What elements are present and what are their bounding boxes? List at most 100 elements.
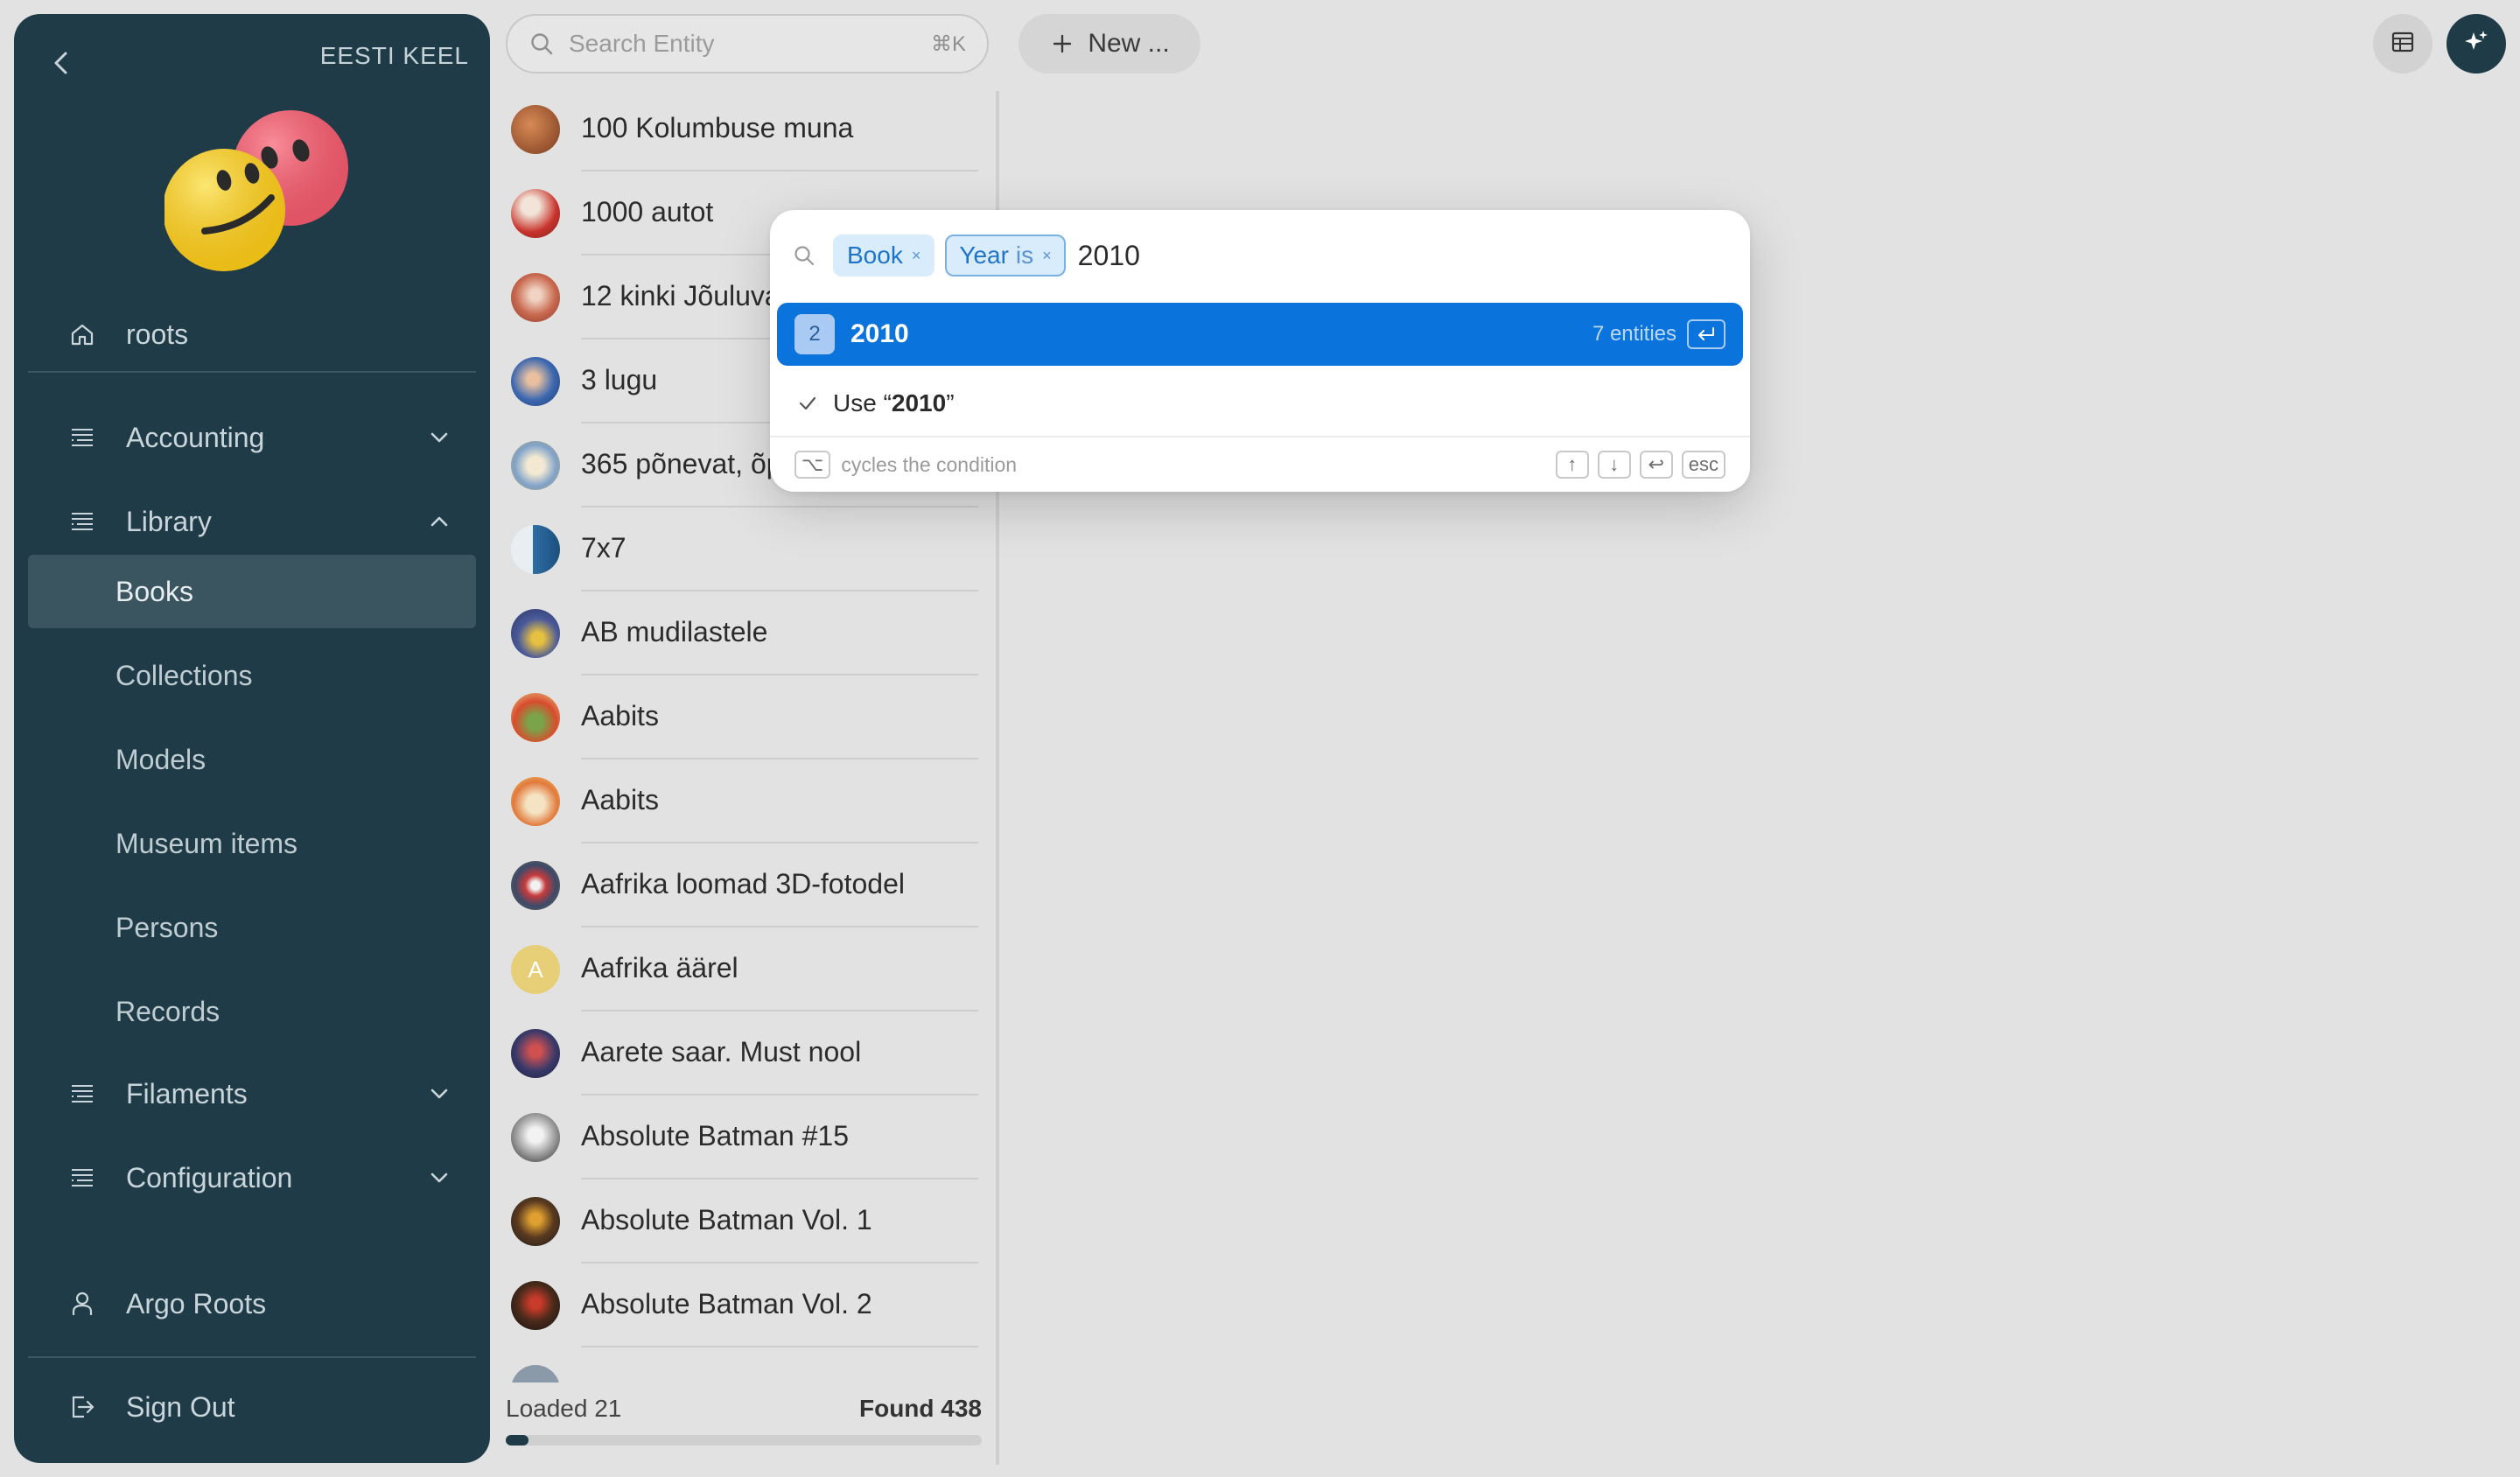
avatar [511, 1365, 560, 1382]
sidebar-divider [28, 1356, 476, 1358]
arrow-up-key-icon: ↑ [1555, 451, 1589, 479]
list-item[interactable]: Absolute Batman Vol. 1 [506, 1180, 978, 1264]
list-item-title: Absolute Batman Vol. 2 [581, 1288, 872, 1320]
sidebar-section-library[interactable]: Library [28, 485, 476, 558]
sidebar-section-filaments[interactable]: Filaments [28, 1057, 476, 1130]
chip-label: Year [959, 242, 1009, 269]
search-placeholder: Search Entity [569, 30, 715, 57]
table-view-button[interactable] [2373, 14, 2432, 74]
avatar [511, 1113, 560, 1162]
avatar [511, 861, 560, 910]
option-key-icon: ⌥ [794, 451, 831, 479]
list-item-title: Aabits [581, 784, 659, 816]
sidebar-section-label: Library [126, 505, 212, 537]
filter-chip-book[interactable]: Book × [833, 234, 935, 276]
found-count: Found 438 [858, 1395, 982, 1422]
chevron-up-icon[interactable] [422, 504, 457, 539]
avatar [511, 1197, 560, 1246]
escape-key-icon: esc [1681, 451, 1726, 479]
sign-out-label: Sign Out [126, 1390, 235, 1423]
list-icon [65, 504, 100, 539]
use-literal-option[interactable]: Use “2010” [794, 382, 955, 425]
user-icon [65, 1286, 100, 1321]
list-icon [65, 1160, 100, 1195]
list-item-partial[interactable] [506, 1348, 978, 1382]
emoji-logo-icon [164, 110, 348, 271]
list-item-title: 1000 autot [581, 196, 714, 228]
list-item[interactable]: Aarete saar. Must nool [506, 1012, 978, 1096]
sidebar-item-user[interactable]: Argo Roots [28, 1267, 476, 1340]
sidebar-item-persons[interactable]: Persons [28, 891, 476, 964]
avatar [511, 609, 560, 658]
sidebar-item-home[interactable]: roots [28, 298, 476, 371]
sign-out-icon [65, 1390, 100, 1424]
sidebar-section-label: Configuration [126, 1161, 293, 1194]
sidebar-divider [28, 371, 476, 373]
avatar [511, 105, 560, 154]
list-item[interactable]: 7x7 [506, 508, 978, 592]
chevron-down-icon[interactable] [422, 1076, 457, 1111]
use-suffix: ” [946, 389, 955, 416]
filter-query-input[interactable]: 2010 [1078, 240, 1140, 272]
list-item[interactable]: A Aafrika äärel [506, 928, 978, 1012]
sidebar-item-models[interactable]: Models [28, 723, 476, 796]
avatar-letter: A [528, 956, 543, 983]
avatar [511, 693, 560, 742]
suggestion-item-selected[interactable]: 2 2010 7 entities [777, 303, 1743, 366]
list-item[interactable]: AB mudilastele [506, 592, 978, 676]
footer-hint: cycles the condition [841, 452, 1018, 476]
sign-out-button[interactable]: Sign Out [28, 1370, 476, 1444]
avatar [511, 441, 560, 490]
sparkles-icon [2462, 28, 2490, 60]
ai-assistant-button[interactable] [2446, 14, 2506, 74]
filter-chip-year[interactable]: Year is × [945, 234, 1066, 276]
new-entity-button[interactable]: New ... [1018, 14, 1200, 74]
list-item[interactable]: Absolute Batman #15 [506, 1096, 978, 1180]
chip-operator[interactable]: is [1016, 242, 1033, 270]
list-item[interactable]: Aabits [506, 760, 978, 844]
list-item[interactable]: 100 Kolumbuse muna [506, 88, 978, 172]
search-icon [527, 29, 556, 59]
avatar [511, 1281, 560, 1330]
list-item-title: Absolute Batman Vol. 1 [581, 1204, 872, 1236]
avatar [511, 273, 560, 322]
enter-key-icon [1687, 319, 1726, 349]
popup-footer: ⌥ cycles the condition ↑ ↓ ↩ esc [770, 436, 1750, 492]
list-item[interactable]: Aabits [506, 676, 978, 760]
language-switch[interactable]: EESTI KEEL [320, 42, 469, 70]
avatar [511, 777, 560, 826]
avatar: A [511, 945, 560, 994]
list-item-title: 7x7 [581, 532, 626, 564]
list-item-title: Absolute Batman #15 [581, 1120, 849, 1152]
sidebar-item-books[interactable]: Books [28, 555, 476, 628]
table-icon [2390, 29, 2416, 60]
list-item[interactable]: Absolute Batman Vol. 2 [506, 1264, 978, 1348]
sidebar-section-accounting[interactable]: Accounting [28, 401, 476, 474]
suggestion-badge: 2 [794, 314, 835, 354]
check-icon [794, 390, 821, 416]
chevron-down-icon[interactable] [422, 420, 457, 455]
filter-search-field[interactable]: Book × Year is × 2010 [791, 233, 1140, 278]
search-entity-input[interactable]: Search Entity ⌘K [506, 14, 989, 74]
list-item-title: Aafrika äärel [581, 952, 738, 984]
list-icon [65, 420, 100, 455]
list-item[interactable]: Aafrika loomad 3D-fotodel [506, 844, 978, 928]
plus-icon [1049, 31, 1075, 57]
sidebar-item-museum-items[interactable]: Museum items [28, 807, 476, 880]
sidebar-item-collections[interactable]: Collections [28, 639, 476, 712]
filter-popup: Book × Year is × 2010 2 2010 7 entities … [770, 210, 1750, 492]
list-item-title: 3 lugu [581, 364, 658, 396]
chip-remove-icon[interactable]: × [912, 247, 921, 265]
loaded-count: Loaded 21 [506, 1395, 622, 1422]
sidebar-section-configuration[interactable]: Configuration [28, 1141, 476, 1214]
chevron-down-icon[interactable] [422, 1160, 457, 1195]
avatar [511, 357, 560, 406]
load-progress-bar [506, 1435, 982, 1446]
sidebar-item-records[interactable]: Records [28, 975, 476, 1048]
user-name: Argo Roots [126, 1287, 267, 1320]
sidebar-section-label: Accounting [126, 421, 265, 453]
list-item-title: Aabits [581, 700, 659, 732]
back-icon[interactable] [44, 46, 79, 80]
list-item-title: Aafrika loomad 3D-fotodel [581, 868, 905, 900]
chip-remove-icon[interactable]: × [1042, 247, 1052, 265]
